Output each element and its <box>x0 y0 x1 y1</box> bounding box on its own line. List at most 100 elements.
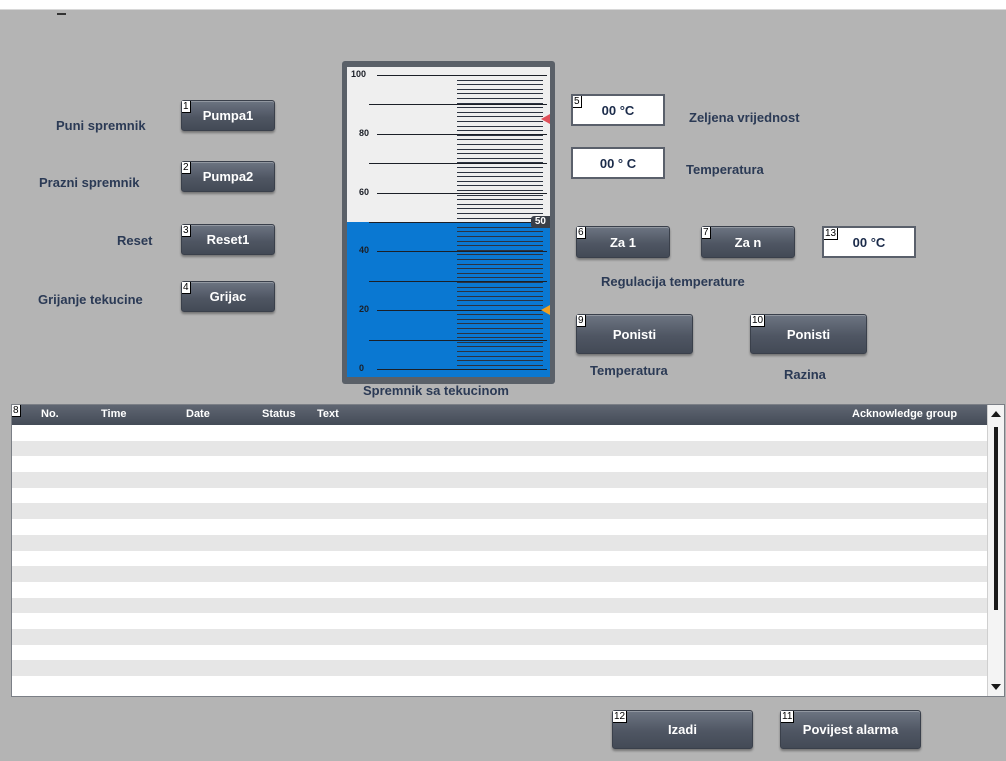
table-row[interactable] <box>12 676 987 692</box>
scale-hatch <box>457 153 543 155</box>
scale-tick-label: 80 <box>359 127 370 138</box>
scale-tick-label: 20 <box>359 304 370 315</box>
scale-hatch <box>457 116 543 118</box>
scale-hatch <box>457 134 543 136</box>
izadi-button[interactable]: 12 Izadi <box>612 710 753 749</box>
label-razina: Razina <box>784 367 826 382</box>
scale-hatch <box>457 272 543 274</box>
scale-tick-label: 60 <box>359 186 370 197</box>
table-row[interactable] <box>12 550 987 567</box>
setpoint-high-marker <box>541 114 550 125</box>
scale-hatch <box>457 93 543 95</box>
col-status[interactable]: Status <box>262 408 296 420</box>
table-row[interactable] <box>12 644 987 661</box>
zan-label: Za n <box>734 234 762 250</box>
table-row[interactable] <box>12 628 987 645</box>
scale-hatch <box>457 295 543 297</box>
alarm-view-number: 8 <box>12 405 21 417</box>
field-13[interactable]: 13 00 °C <box>822 226 916 258</box>
button-number: 12 <box>613 711 628 723</box>
scale-line <box>377 133 547 135</box>
scale-line <box>377 251 547 253</box>
field-number: 13 <box>824 228 839 240</box>
scale-line <box>369 222 547 223</box>
col-acknowledge-group[interactable]: Acknowledge group <box>852 408 957 420</box>
button-number: 11 <box>781 711 795 723</box>
scroll-down-icon[interactable] <box>991 684 1001 690</box>
table-row[interactable] <box>12 456 987 473</box>
reset1-label: Reset1 <box>206 232 250 247</box>
tank-gauge: 100 80 60 40 20 0 50 <box>342 61 555 384</box>
scale-hatch <box>457 364 543 366</box>
scale-hatch <box>457 231 543 233</box>
scale-hatch <box>457 148 543 150</box>
scale-hatch <box>457 291 543 293</box>
button-number: 9 <box>577 315 586 327</box>
scroll-thumb[interactable] <box>994 427 998 610</box>
alarm-view[interactable]: 8 No. Time Date Status Text Acknowledge … <box>11 404 1005 697</box>
button-number: 6 <box>577 227 586 239</box>
temperatura-field: 00 ° C <box>571 147 665 179</box>
table-row[interactable] <box>12 472 987 488</box>
label-puni-spremnik: Puni spremnik <box>56 118 146 133</box>
za1-button[interactable]: 6 Za 1 <box>576 226 670 258</box>
scale-hatch <box>457 88 543 90</box>
table-row[interactable] <box>12 566 987 582</box>
alarm-scrollbar[interactable] <box>987 405 1004 696</box>
grijac-button[interactable]: 4 Grijac <box>181 281 275 312</box>
scale-hatch <box>457 346 543 348</box>
col-text[interactable]: Text <box>317 408 339 420</box>
ponisti-label: Ponisti <box>612 326 657 342</box>
scale-hatch <box>457 107 543 109</box>
table-row[interactable] <box>12 425 987 441</box>
table-row[interactable] <box>12 597 987 614</box>
label-regulacija: Regulacija temperature <box>601 274 745 289</box>
scale-hatch <box>457 171 543 173</box>
table-row[interactable] <box>12 503 987 520</box>
scale-hatch <box>457 111 543 113</box>
table-row[interactable] <box>12 440 987 457</box>
table-row[interactable] <box>12 534 987 551</box>
alarm-rows <box>12 425 987 696</box>
button-number: 7 <box>702 227 711 239</box>
scale-hatch <box>457 194 543 196</box>
zan-button[interactable]: 7 Za n <box>701 226 795 258</box>
col-no[interactable]: No. <box>41 408 59 420</box>
col-date[interactable]: Date <box>186 408 210 420</box>
scale-hatch <box>457 139 543 141</box>
scale-hatch <box>457 300 543 302</box>
pumpa1-button[interactable]: 1 Pumpa1 <box>181 100 275 131</box>
level-badge: 50 <box>530 216 550 228</box>
scale-tick-label: 0 <box>359 363 365 373</box>
scale-hatch <box>457 157 543 159</box>
scale-hatch <box>457 167 543 168</box>
button-number: 3 <box>182 225 191 237</box>
pumpa2-label: Pumpa2 <box>202 169 254 184</box>
scale-hatch <box>457 245 543 247</box>
scroll-up-icon[interactable] <box>991 411 1001 417</box>
scale-hatch <box>457 240 543 242</box>
col-time[interactable]: Time <box>101 408 126 420</box>
scale-line <box>377 310 547 312</box>
table-row[interactable] <box>12 613 987 629</box>
table-row[interactable] <box>12 581 987 598</box>
zeljena-value: 00 °C <box>601 102 635 118</box>
reset1-button[interactable]: 3 Reset1 <box>181 224 275 255</box>
pumpa2-button[interactable]: 2 Pumpa2 <box>181 161 275 192</box>
grijac-label: Grijac <box>209 289 247 304</box>
table-row[interactable] <box>12 660 987 676</box>
scale-line <box>377 75 547 76</box>
scale-hatch <box>457 355 543 357</box>
za1-label: Za 1 <box>609 234 636 250</box>
scale-hatch <box>457 185 543 187</box>
table-row[interactable] <box>12 487 987 504</box>
povijest-alarma-button[interactable]: 11 Povijest alarma <box>780 710 921 749</box>
button-number: 2 <box>182 162 191 174</box>
scale-hatch <box>457 98 543 99</box>
label-reset: Reset <box>117 233 153 248</box>
ponisti-razina-button[interactable]: 10 Ponisti <box>750 314 867 354</box>
scale-hatch <box>457 268 543 270</box>
ponisti-temperatura-button[interactable]: 9 Ponisti <box>576 314 693 354</box>
table-row[interactable] <box>12 519 987 535</box>
zeljena-field[interactable]: 5 00 °C <box>571 94 665 126</box>
